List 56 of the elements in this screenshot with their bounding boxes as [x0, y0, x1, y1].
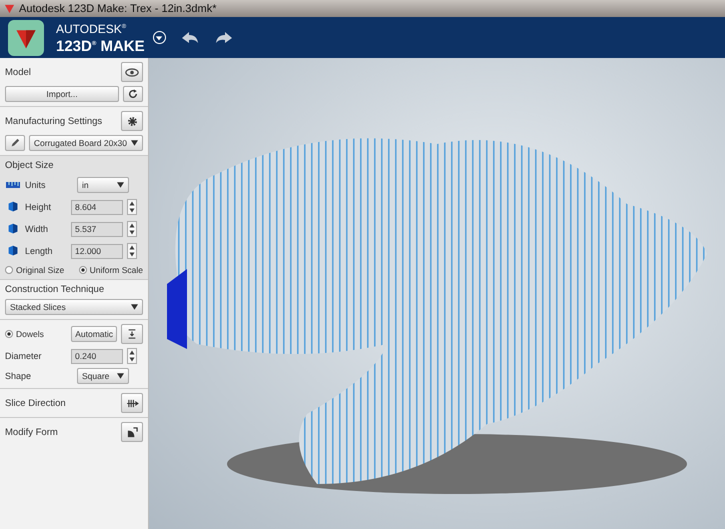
align-bottom-icon: [127, 329, 137, 339]
section-title: Model: [5, 66, 32, 78]
section-title: Modify Form: [5, 426, 59, 438]
caret-icon: [117, 373, 124, 379]
automatic-button[interactable]: Automatic: [71, 326, 117, 342]
section-title: Slice Direction: [5, 398, 67, 408]
refresh-icon: [128, 89, 138, 99]
menu-dropdown-button[interactable]: [152, 31, 166, 44]
pencil-icon: [10, 138, 20, 148]
scale-radio[interactable]: Uniform Scale: [78, 265, 143, 275]
dimension-label: Length: [25, 246, 54, 256]
dimension-label: Width: [25, 224, 50, 234]
eye-icon: [125, 68, 139, 76]
scale-radio[interactable]: Original Size: [5, 265, 64, 275]
refresh-button[interactable]: [123, 86, 143, 102]
spinner-button[interactable]: [127, 243, 137, 259]
app-logo-icon: [8, 20, 44, 56]
slice-direction-button[interactable]: [121, 393, 143, 413]
caret-icon: [117, 182, 124, 188]
technique-dropdown[interactable]: Stacked Slices: [5, 299, 143, 315]
visibility-button[interactable]: [121, 62, 143, 82]
window-title: Autodesk 123D Make: Trex - 12in.3dmk*: [19, 2, 216, 14]
material-dropdown[interactable]: Corrugated Board 20x30: [28, 135, 143, 151]
diameter-field[interactable]: 0.240: [71, 348, 123, 364]
caret-icon: [131, 304, 138, 310]
units-label: Units: [25, 180, 47, 190]
undo-icon[interactable]: [180, 30, 200, 44]
app-logo-icon: [4, 3, 15, 14]
spinner-button[interactable]: [127, 199, 137, 215]
diameter-label: Diameter: [5, 351, 43, 361]
settings-button[interactable]: [121, 111, 143, 131]
modify-form-button[interactable]: [121, 422, 143, 442]
units-dropdown[interactable]: in: [77, 177, 129, 193]
spinner-button[interactable]: [127, 221, 137, 237]
brand-name: AUTODESK$^{®}$: [56, 20, 128, 36]
redo-icon[interactable]: [214, 30, 234, 44]
section-title: Manufacturing Settings: [5, 116, 104, 126]
caret-icon: [131, 140, 138, 146]
dimension-field[interactable]: 12.000: [71, 244, 123, 258]
shape-label: Shape: [5, 371, 32, 381]
section-title: Object Size: [5, 160, 55, 171]
dimension-label: Height: [25, 202, 52, 212]
gear-icon: [126, 116, 138, 126]
dowels-radio[interactable]: Dowels: [5, 329, 44, 339]
shape-dropdown[interactable]: Square: [77, 368, 129, 384]
spinner-button[interactable]: [127, 348, 137, 364]
slices-arrow-icon: [126, 398, 138, 408]
caret-icon: [155, 34, 164, 42]
section-title: Construction Technique: [5, 284, 106, 295]
curve-arrow-icon: [126, 426, 138, 438]
edit-button[interactable]: [5, 135, 25, 151]
dimension-field[interactable]: 8.604: [71, 200, 123, 214]
dimension-field[interactable]: 5.537: [71, 222, 123, 236]
import-button[interactable]: Import...: [5, 86, 119, 102]
align-button[interactable]: [121, 324, 143, 344]
product-name: 123D$^{®}$ MAKE: [56, 36, 145, 54]
